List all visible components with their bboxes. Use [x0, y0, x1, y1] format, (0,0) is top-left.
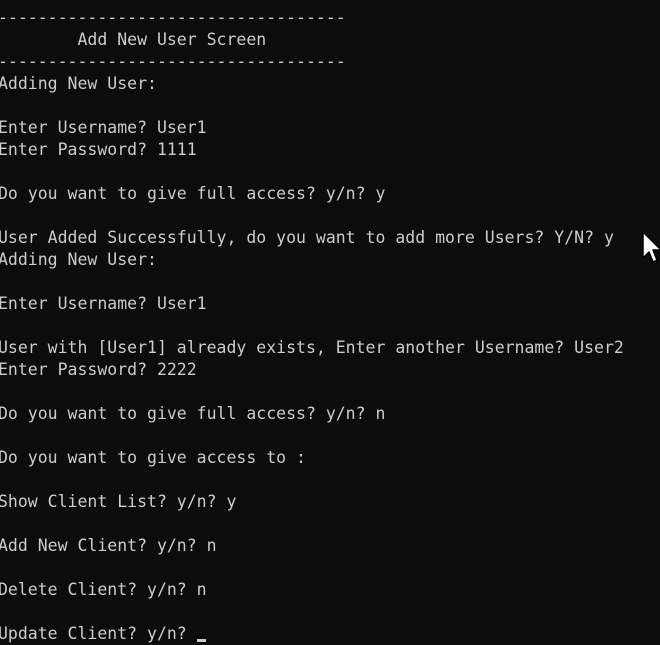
console-line: Do you want to give full access? y/n? n: [0, 404, 386, 423]
separator-line-top: -----------------------------------: [0, 8, 346, 27]
console-line: Do you want to give full access? y/n? y: [0, 184, 386, 203]
console-line: User Added Successfully, do you want to …: [0, 228, 614, 247]
console-line: Delete Client? y/n? n: [0, 580, 207, 599]
prompt-text: Update Client? y/n?: [0, 624, 197, 643]
text-cursor: [196, 639, 206, 642]
console-line: Enter Username? User1: [0, 118, 207, 137]
input-prompt-line[interactable]: Update Client? y/n?: [0, 623, 624, 645]
console-line: Adding New User:: [0, 250, 157, 269]
console-output: ----------------------------------- Add …: [0, 7, 624, 645]
console-window[interactable]: ----------------------------------- Add …: [0, 0, 660, 645]
console-line: Add New Client? y/n? n: [0, 536, 217, 555]
separator-line-bottom: -----------------------------------: [0, 52, 346, 71]
mouse-pointer-icon: [642, 231, 660, 263]
console-line: Do you want to give access to :: [0, 448, 306, 467]
console-line: Adding New User:: [0, 74, 157, 93]
console-line: Enter Password? 1111: [0, 140, 197, 159]
console-line: Show Client List? y/n? y: [0, 492, 237, 511]
console-line: User with [User1] already exists, Enter …: [0, 338, 624, 357]
console-line: Enter Password? 2222: [0, 360, 197, 379]
screen-title: Add New User Screen: [0, 30, 267, 49]
console-line: Enter Username? User1: [0, 294, 207, 313]
